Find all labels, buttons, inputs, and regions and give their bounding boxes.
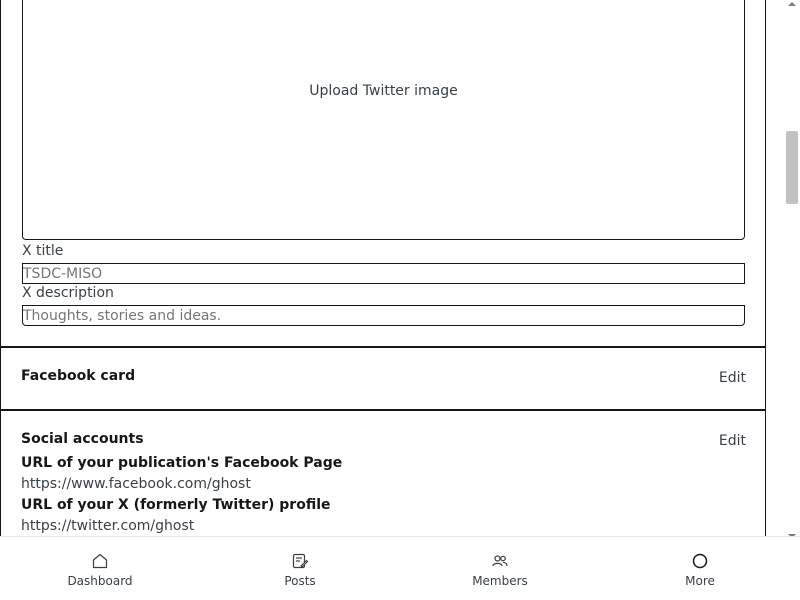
facebook-card-edit-button[interactable]: Edit — [719, 370, 746, 386]
nav-item-more[interactable]: More — [600, 537, 800, 600]
settings-content: Upload Twitter image X title X descripti… — [0, 0, 766, 536]
members-icon — [492, 555, 508, 567]
twitter-url-label: URL of your X (formerly Twitter) profile — [21, 497, 331, 513]
nav-label-posts: Posts — [284, 574, 316, 588]
facebook-card-title: Facebook card — [21, 368, 136, 384]
posts-icon — [292, 553, 309, 569]
x-title-label: X title — [22, 243, 64, 259]
x-description-label: X description — [22, 285, 114, 301]
bottom-navigation: Dashboard Posts Members More — [0, 536, 800, 600]
scrollbar-thumb[interactable] — [786, 131, 798, 204]
home-icon — [92, 553, 108, 569]
vertical-scrollbar[interactable] — [784, 0, 800, 543]
nav-label-dashboard: Dashboard — [67, 574, 133, 588]
twitter-url-value: https://twitter.com/ghost — [21, 518, 195, 534]
social-accounts-edit-button[interactable]: Edit — [719, 433, 746, 449]
social-accounts-title: Social accounts — [21, 431, 144, 447]
circle-icon — [692, 553, 708, 569]
scroll-up-arrow-icon[interactable] — [788, 2, 796, 6]
x-description-input[interactable] — [22, 305, 745, 326]
upload-twitter-image-label: Upload Twitter image — [309, 82, 458, 99]
x-title-input[interactable] — [22, 263, 745, 284]
facebook-url-value: https://www.facebook.com/ghost — [21, 476, 251, 492]
nav-item-posts[interactable]: Posts — [200, 537, 400, 600]
x-card-section: Upload Twitter image X title X descripti… — [0, 0, 765, 346]
nav-item-members[interactable]: Members — [400, 537, 600, 600]
facebook-url-label: URL of your publication's Facebook Page — [21, 455, 343, 471]
settings-page: Upload Twitter image X title X descripti… — [0, 0, 800, 600]
nav-label-members: Members — [472, 574, 528, 588]
facebook-card-section: Facebook card Edit — [0, 346, 765, 410]
social-accounts-section: Social accounts Edit URL of your publica… — [0, 409, 765, 536]
nav-item-dashboard[interactable]: Dashboard — [0, 537, 200, 600]
upload-twitter-image-button[interactable]: Upload Twitter image — [22, 0, 745, 240]
nav-label-more: More — [685, 574, 715, 588]
